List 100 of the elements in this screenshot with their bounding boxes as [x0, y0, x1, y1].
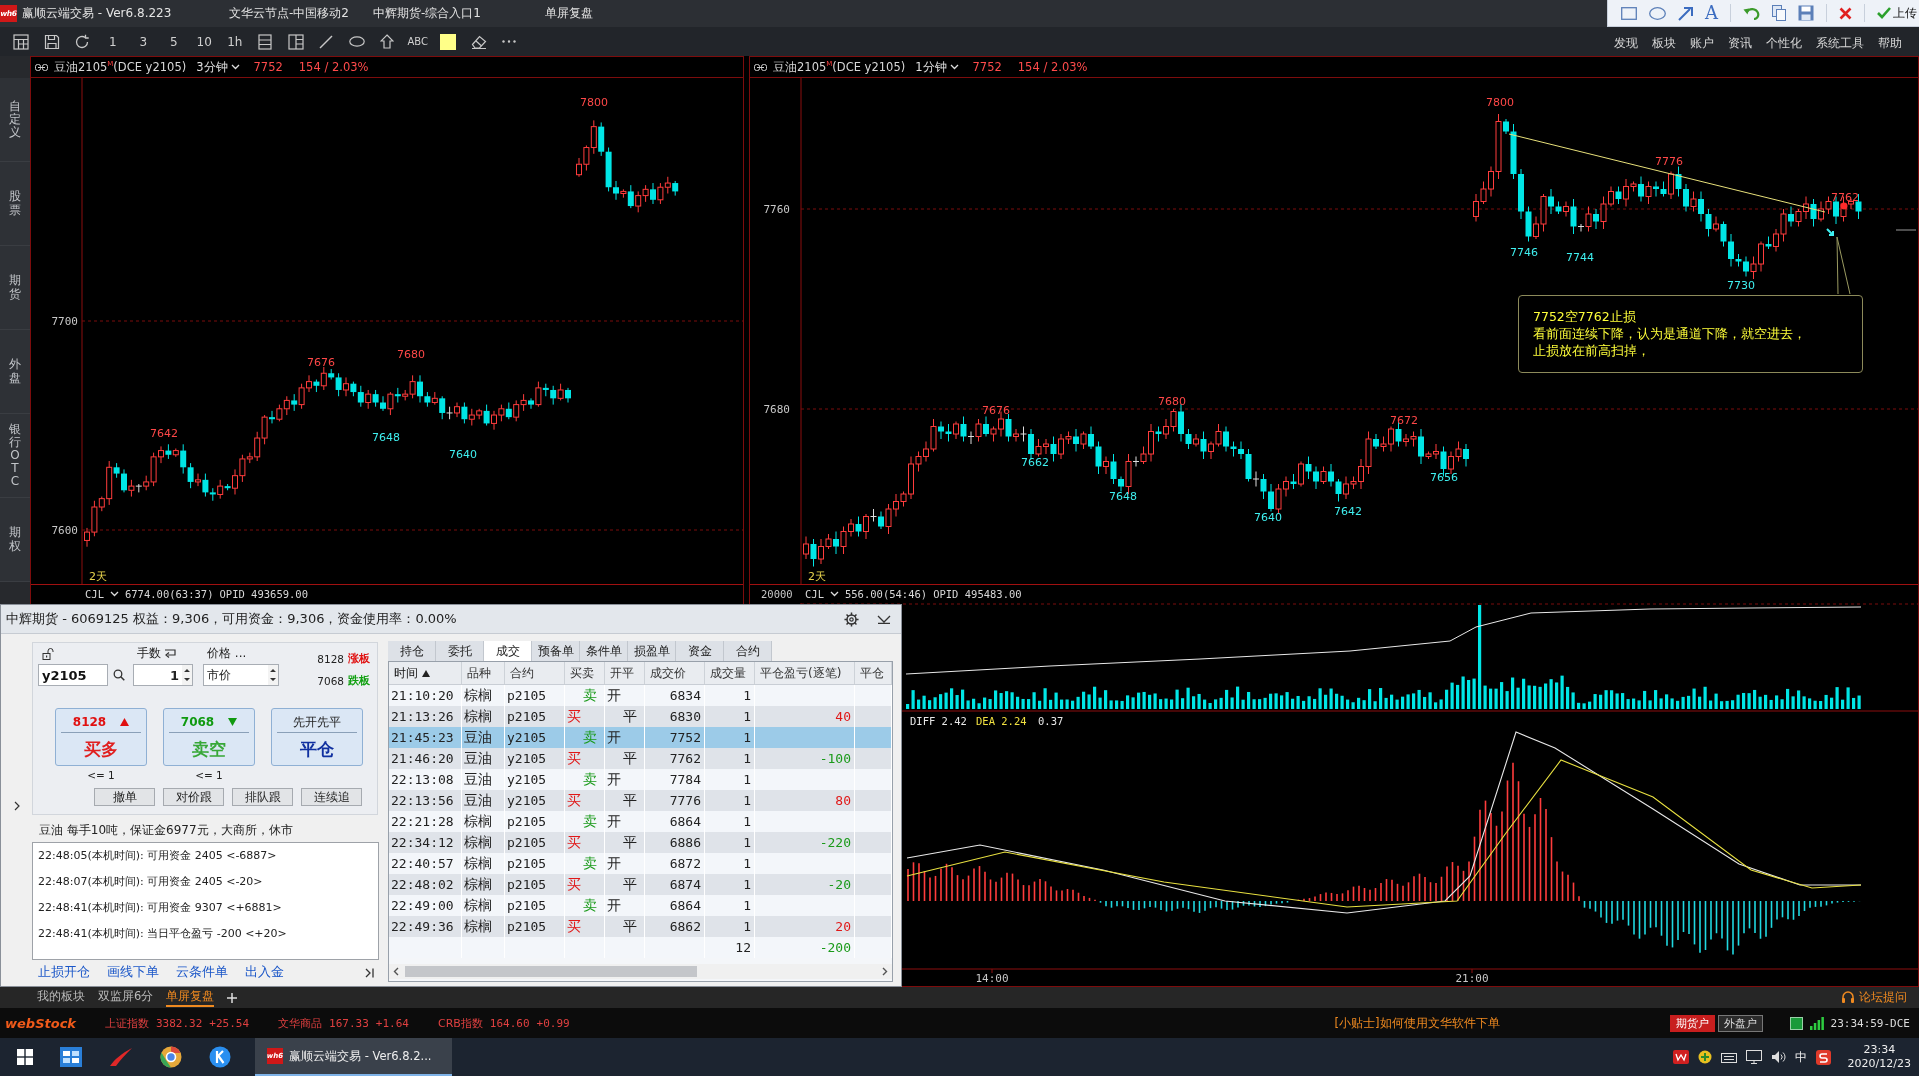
title-bar-item[interactable]: 中辉期货-综合入口1 — [373, 5, 481, 22]
undo-icon[interactable] — [1743, 6, 1760, 20]
settings-icon[interactable] — [844, 611, 859, 627]
tray-plus-icon[interactable] — [1697, 1050, 1712, 1064]
column-header[interactable]: 成交价 — [650, 664, 686, 682]
tab[interactable]: 预备单 — [532, 641, 580, 661]
table-row[interactable]: 22:49:00 棕榈 p2105 卖 开 6864 1 — [389, 895, 892, 916]
menu-item[interactable]: 资讯 — [1728, 35, 1752, 52]
chart-note[interactable]: 7752空7762止损 看前面连续下降，认为是通道下降，就空进去， 止损放在前高扫掉， — [1518, 295, 1863, 373]
account-button[interactable]: 期货户 — [1669, 1014, 1715, 1032]
menu-item[interactable]: 账户 — [1690, 35, 1714, 52]
browser-icon[interactable] — [160, 1046, 182, 1068]
menu-item[interactable]: 系统工具 — [1816, 35, 1864, 52]
title-bar-item[interactable]: 文华云节点-中国移动2 — [229, 5, 349, 22]
indicator-name[interactable]: CJL — [85, 588, 104, 600]
window-grid-icon[interactable] — [60, 1047, 82, 1067]
period-dropdown[interactable]: 1分钟 — [911, 59, 967, 75]
sidebar-tab[interactable]: 外盘 — [0, 330, 30, 414]
text-tool[interactable]: ABC — [407, 36, 428, 47]
upload-button[interactable]: 上传 — [1877, 4, 1917, 22]
spin-arrows-icon[interactable] — [182, 665, 192, 685]
add-icon[interactable] — [227, 992, 238, 1003]
contract-input[interactable]: y2105 — [38, 664, 108, 686]
column-header[interactable]: 品种 — [467, 664, 491, 682]
quick-link[interactable]: 云条件单 — [176, 964, 228, 981]
swoosh-app-icon[interactable] — [109, 1047, 133, 1067]
menu-item[interactable]: 板块 — [1652, 35, 1676, 52]
save-icon[interactable] — [43, 33, 60, 50]
horizontal-scrollbar[interactable] — [389, 964, 892, 979]
tab[interactable]: 合约 — [724, 641, 772, 661]
rectangle-icon[interactable] — [1621, 6, 1637, 20]
quick-link[interactable]: 止损开仓 — [38, 964, 90, 981]
sidebar-tab[interactable]: 期货 — [0, 246, 30, 330]
table-row[interactable]: 22:13:56 豆油 y2105 买 平 7776 1 80 — [389, 790, 892, 811]
period-button[interactable]: 10 — [196, 34, 212, 49]
save-icon[interactable] — [1798, 5, 1814, 21]
text-tool[interactable]: A — [1705, 4, 1718, 22]
index-name[interactable]: 上证指数 — [105, 1015, 149, 1031]
trend-line[interactable] — [1508, 133, 1826, 213]
tab[interactable]: 损盈单 — [628, 641, 676, 661]
link-icon[interactable] — [754, 63, 767, 71]
title-bar-item[interactable]: 单屏复盘 — [545, 5, 593, 22]
tray-app-icon[interactable] — [1672, 1050, 1689, 1064]
input-method-indicator[interactable]: 中 — [1794, 1048, 1807, 1066]
index-name[interactable]: CRB指数 — [438, 1015, 483, 1031]
tip-link[interactable]: [小贴士]如何使用文华软件下单 — [1334, 1015, 1500, 1031]
table-row[interactable]: 22:49:36 棕榈 p2105 买 平 6862 1 20 — [389, 916, 892, 937]
account-button[interactable]: 外盘户 — [1717, 1014, 1763, 1032]
keyboard-icon[interactable] — [1720, 1051, 1737, 1063]
workspace-tab[interactable]: 我的板块 — [37, 988, 85, 1007]
table-row[interactable]: 22:13:08 豆油 y2105 卖 开 7784 1 — [389, 769, 892, 790]
order-action-button[interactable]: 撤单 — [94, 788, 155, 806]
split-panel-icon[interactable] — [287, 33, 304, 50]
column-header[interactable]: 平仓盈亏(逐笔) — [760, 664, 842, 682]
table-row[interactable]: 21:10:20 棕榈 p2105 卖 开 6834 1 — [389, 685, 892, 706]
scrollbar-thumb[interactable] — [405, 966, 697, 977]
table-row[interactable]: 22:21:28 棕榈 p2105 卖 开 6864 1 — [389, 811, 892, 832]
table-row[interactable]: 21:46:20 豆油 y2105 买 平 7762 1 -100 — [389, 748, 892, 769]
tray-s-icon[interactable] — [1815, 1049, 1831, 1065]
lots-spinner[interactable]: 1 — [133, 664, 193, 686]
table-row[interactable]: 21:13:26 棕榈 p2105 买 平 6830 1 40 — [389, 706, 892, 727]
link-icon[interactable] — [35, 63, 48, 71]
menu-item[interactable]: 帮助 — [1878, 35, 1902, 52]
search-icon[interactable] — [113, 669, 125, 681]
menu-item[interactable]: 发现 — [1614, 35, 1638, 52]
table-row[interactable]: 21:45:23 豆油 y2105 卖 开 7752 1 — [389, 727, 892, 748]
arrow-icon[interactable] — [1678, 5, 1693, 21]
column-header[interactable]: 平仓 — [860, 664, 884, 682]
period-button[interactable]: 5 — [169, 34, 178, 49]
return-arrow-icon[interactable] — [164, 648, 176, 659]
quick-link[interactable]: 出入金 — [245, 964, 284, 981]
color-swatch-icon[interactable] — [440, 33, 457, 50]
k-app-icon[interactable] — [209, 1046, 231, 1068]
sidebar-tab[interactable]: 股票 — [0, 162, 30, 246]
index-name[interactable]: 文华商品 — [278, 1015, 323, 1031]
day-icon[interactable] — [258, 33, 273, 50]
column-header[interactable]: 开平 — [610, 664, 634, 682]
column-header[interactable]: 合约 — [510, 664, 534, 682]
ellipse-icon[interactable] — [348, 36, 365, 47]
order-action-button[interactable]: 连续追 — [301, 788, 362, 806]
close-position-button[interactable]: 先开先平 平仓 — [271, 708, 363, 766]
refresh-icon[interactable] — [74, 33, 91, 50]
more-icon[interactable] — [502, 40, 517, 43]
table-row[interactable]: 22:40:57 棕榈 p2105 卖 开 6872 1 — [389, 853, 892, 874]
table-row[interactable]: 22:48:02 棕榈 p2105 买 平 6874 1 -20 — [389, 874, 892, 895]
layout-icon[interactable] — [13, 33, 30, 50]
skip-end-icon[interactable] — [365, 967, 374, 978]
tab[interactable]: 委托 — [436, 641, 484, 661]
chevron-down-icon[interactable] — [877, 614, 891, 624]
column-header[interactable]: 时间 — [394, 664, 418, 682]
order-action-button[interactable]: 对价跟 — [163, 788, 224, 806]
sidebar-tab[interactable]: 银行OTC — [0, 414, 30, 498]
sidebar-tab[interactable]: 期权 — [0, 498, 30, 582]
period-dropdown[interactable]: 3分钟 — [192, 59, 248, 75]
period-button[interactable]: 1h — [227, 34, 243, 49]
workspace-tab[interactable]: 双监屏6分 — [98, 988, 154, 1007]
tab[interactable]: 持仓 — [388, 641, 436, 661]
scroll-left-icon[interactable] — [393, 967, 399, 976]
period-button[interactable]: 3 — [139, 34, 148, 49]
copy-icon[interactable] — [1772, 5, 1786, 21]
